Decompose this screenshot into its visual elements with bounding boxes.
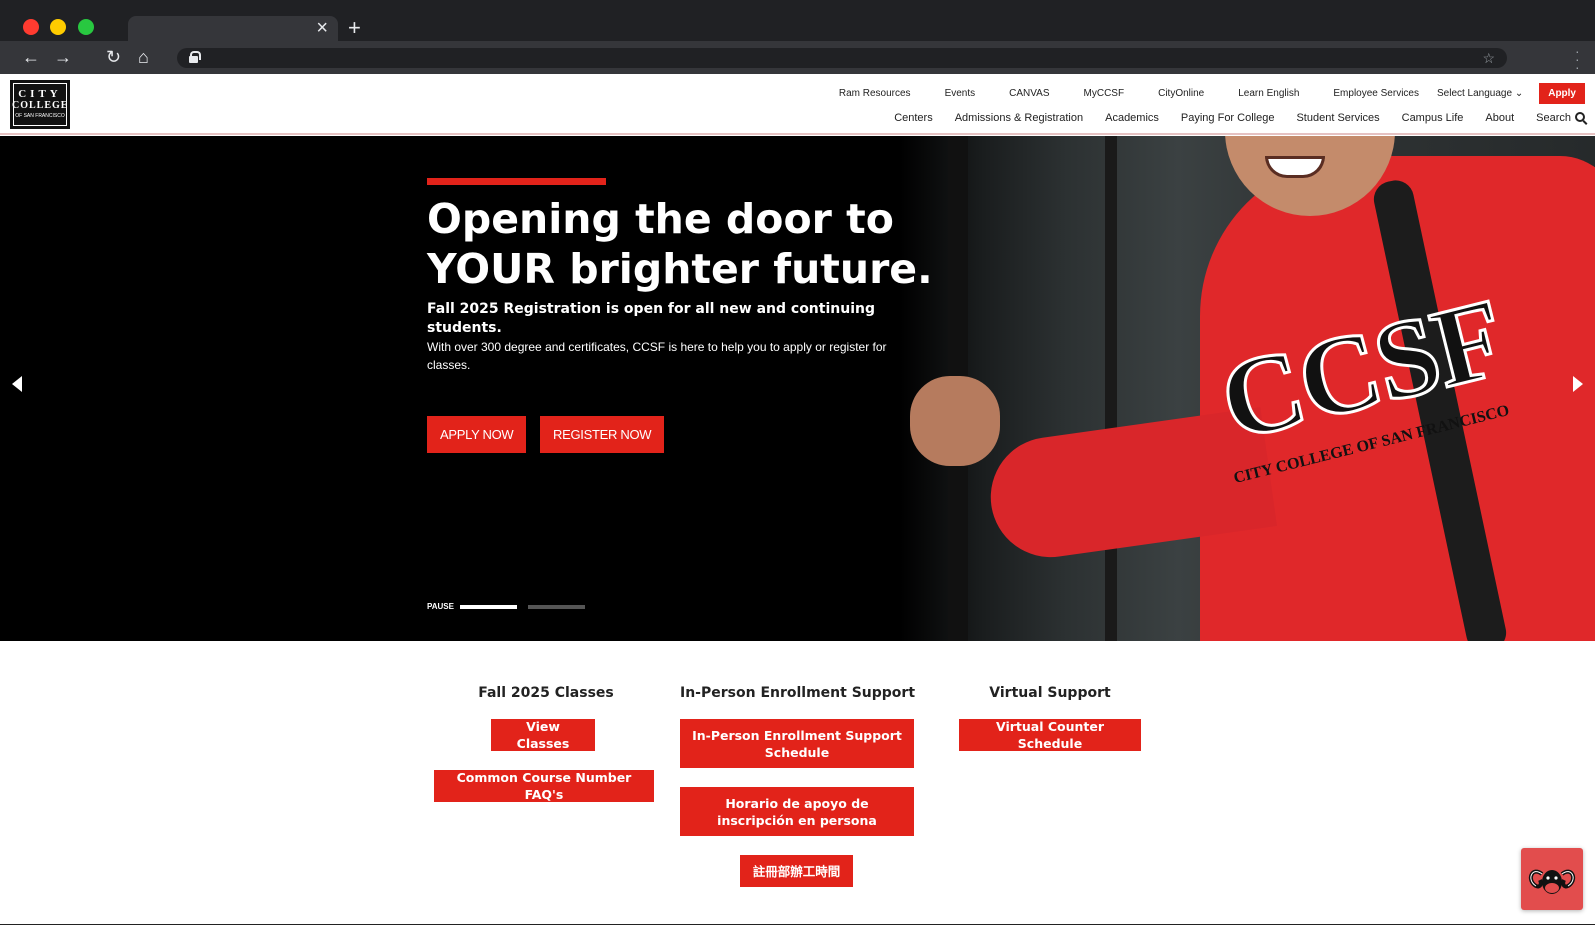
address-bar[interactable]: ☆ [177,48,1507,68]
browser-menu-icon[interactable]: · · · [1575,44,1580,74]
in-person-support-heading: In-Person Enrollment Support [680,685,916,701]
reload-icon[interactable]: ↻ [106,45,121,69]
util-link-cityonline[interactable]: CityOnline [1158,88,1204,99]
nav-academics[interactable]: Academics [1105,112,1159,124]
nav-admissions-registration[interactable]: Admissions & Registration [955,112,1083,124]
in-person-schedule-button[interactable]: In-Person Enrollment Support Schedule [680,719,914,768]
course-number-faq-button[interactable]: Common Course Number FAQ's [434,770,654,802]
slide-indicator-2[interactable] [528,605,585,609]
hand-on-door [910,376,1000,466]
bookmark-star-icon[interactable]: ☆ [1482,48,1495,68]
next-slide-icon[interactable] [1573,376,1583,392]
search-button[interactable]: Search [1536,112,1585,124]
back-icon[interactable]: ← [22,45,40,69]
util-link-employee-services[interactable]: Employee Services [1333,88,1419,99]
lock-icon [189,51,201,63]
nav-paying-for-college[interactable]: Paying For College [1181,112,1275,124]
nav-about[interactable]: About [1485,112,1514,124]
chinese-schedule-button[interactable]: 註冊部辦工時間 [740,855,853,887]
ram-mascot-icon [1528,869,1576,894]
search-label: Search [1536,112,1571,124]
util-link-ram-resources[interactable]: Ram Resources [839,88,911,99]
previous-slide-icon[interactable] [12,376,22,392]
hero-photo-student: CCSF CITY COLLEGE OF SAN FRANCISCO [900,136,1595,641]
virtual-counter-schedule-button[interactable]: Virtual Counter Schedule [959,719,1141,751]
util-link-canvas[interactable]: CANVAS [1009,88,1049,99]
view-classes-button[interactable]: View Classes [491,719,595,751]
fall-classes-heading: Fall 2025 Classes [478,685,614,701]
close-window-icon[interactable] [23,19,39,35]
nav-campus-life[interactable]: Campus Life [1402,112,1464,124]
close-tab-icon[interactable]: × [316,17,328,39]
apply-button[interactable]: Apply [1539,83,1585,104]
browser-tab-strip: × + [0,0,1595,41]
hero-subtitle: Fall 2025 Registration is open for all n… [427,301,875,336]
browser-tab[interactable]: × [128,16,338,41]
utility-nav: Ram Resources Events CANVAS MyCCSF CityO… [839,83,1585,104]
hero-carousel: CCSF CITY COLLEGE OF SAN FRANCISCO Openi… [0,136,1595,641]
spanish-schedule-button[interactable]: Horario de apoyo de inscripción en perso… [680,787,914,836]
browser-toolbar: ← → ↻ ⌂ ☆ · · · [0,41,1595,74]
search-icon [1575,112,1585,122]
register-now-button[interactable]: REGISTER NOW [540,416,665,453]
pause-button[interactable]: PAUSE [427,602,454,611]
nav-student-services[interactable]: Student Services [1296,112,1379,124]
language-select[interactable]: Select Language ⌄ [1437,88,1523,99]
forward-icon[interactable]: → [54,45,72,69]
nav-centers[interactable]: Centers [894,112,933,124]
slide-indicator-1[interactable] [460,605,517,609]
hero-description: With over 300 degree and certificates, C… [427,340,887,372]
virtual-support-heading: Virtual Support [989,685,1111,701]
hero-title: Opening the door to YOUR brighter future… [427,195,933,293]
util-link-events[interactable]: Events [945,88,976,99]
site-header: CITY COLLEGE OF SAN FRANCISCO Ram Resour… [0,74,1595,135]
ccsf-logo[interactable]: CITY COLLEGE OF SAN FRANCISCO [10,80,70,129]
util-link-learn-english[interactable]: Learn English [1238,88,1299,99]
maximize-window-icon[interactable] [78,19,94,35]
minimize-window-icon[interactable] [50,19,66,35]
home-icon[interactable]: ⌂ [138,45,149,69]
hero-accent-rule [427,178,606,185]
new-tab-icon[interactable]: + [348,16,361,40]
main-nav: Centers Admissions & Registration Academ… [872,112,1585,124]
apply-now-button[interactable]: APPLY NOW [427,416,527,453]
util-link-myccsf[interactable]: MyCCSF [1084,88,1125,99]
chatbot-widget[interactable] [1521,848,1583,910]
